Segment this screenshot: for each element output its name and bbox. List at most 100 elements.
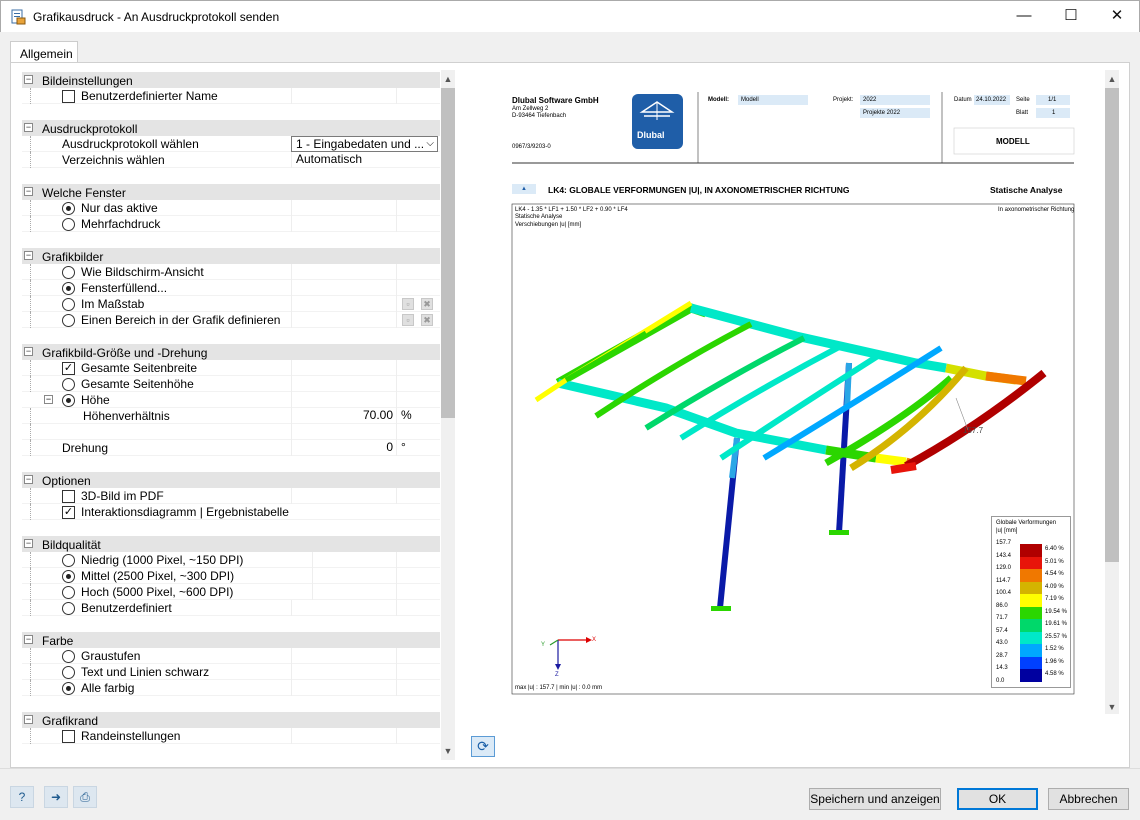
color-legend: Globale Verformungen |u| [mm] 157.7 143.4… [991,516,1071,688]
collapse-icon[interactable]: − [24,123,33,132]
section-header[interactable]: − Farbe [22,632,440,648]
collapse-icon[interactable]: − [24,75,33,84]
delete-icon[interactable]: ✖ [421,314,433,326]
section-header[interactable]: − Grafikbild-Größe und -Drehung [22,344,440,360]
radio-hoehe[interactable] [62,394,75,407]
directory-value[interactable]: Automatisch [291,152,440,168]
radio-bildschirm-ansicht[interactable] [62,266,75,279]
collapse-icon[interactable]: − [24,475,33,484]
ratio-label: Höhenverhältnis [83,409,170,423]
radio-seitenhoehe[interactable] [62,378,75,391]
section-welche-fenster: − Welche Fenster Nur das aktive Mehrfachd… [22,184,440,232]
title-bar: Grafikausdruck - An Ausdruckprotokoll se… [0,0,1140,32]
radio-graustufen[interactable] [62,650,75,663]
legend-swatch [1020,619,1042,632]
section-header[interactable]: − Bildeinstellungen [22,72,440,88]
radio-schwarz[interactable] [62,666,75,679]
tab-allgemein[interactable]: Allgemein [10,41,78,63]
scroll-up-icon[interactable]: ▲ [1105,72,1119,86]
delete-icon[interactable]: ✖ [421,298,433,310]
radio-label: Alle farbig [81,681,135,695]
legend-swatch [1020,569,1042,582]
rotation-input[interactable]: 0 [291,440,397,456]
print-settings-icon: ⎙ [80,790,90,804]
collapse-icon[interactable]: − [44,395,53,404]
tab-strip: Allgemein [0,32,1140,63]
section-header[interactable]: − Grafikbilder [22,248,440,264]
help-button[interactable]: ? [10,786,34,808]
axis-y-label: Y [541,642,546,648]
setting-row: Ausdruckprotokoll wählen 1 - Eingabedate… [22,136,440,152]
scroll-down-icon[interactable]: ▼ [441,744,455,758]
send-button[interactable]: ➜ [44,786,68,808]
pdf-3d-checkbox[interactable] [62,490,75,503]
radio-hoch[interactable] [62,586,75,599]
settings-scroll-thumb[interactable] [441,88,455,418]
legend-value: 28.7 [996,652,1008,659]
legend-percent: 25.57 % [1045,633,1068,640]
legend-value: 71.7 [996,615,1008,621]
legend-value: 43.0 [996,640,1008,646]
radio-label: Graustufen [81,649,141,663]
radio-niedrig[interactable] [62,554,75,567]
radio-label: Text und Linien schwarz [81,665,210,679]
ratio-input[interactable]: 70.00 [291,408,397,424]
section-title: Bildqualität [42,538,101,552]
legend-value: 86.0 [996,602,1008,609]
radio-benutzerdefiniert[interactable] [62,602,75,615]
section-header[interactable]: − Grafikrand [22,712,440,728]
print-settings-button[interactable]: ⎙ [73,786,97,808]
legend-swatch [1020,656,1042,669]
radio-mehrfachdruck[interactable] [62,218,75,231]
radio-alle-farbig[interactable] [62,682,75,695]
collapse-icon[interactable]: − [24,251,33,260]
help-icon: ? [18,790,26,804]
protocol-dropdown-value: 1 - Eingabedaten und ... [296,137,425,151]
page-width-checkbox[interactable]: ✓ [62,362,75,375]
radio-mittel[interactable] [62,570,75,583]
legend-swatch [1020,606,1042,619]
section-grafikbilder: − Grafikbilder Wie Bildschirm-Ansicht Fen… [22,248,440,328]
custom-name-checkbox[interactable] [62,90,75,103]
radio-im-massstab[interactable] [62,298,75,311]
section-header[interactable]: − Welche Fenster [22,184,440,200]
legend-swatch [1020,631,1042,644]
preview-scroll-thumb[interactable] [1105,88,1119,562]
radio-label: Gesamte Seitenhöhe [81,377,194,391]
edit-icon[interactable]: ▫ [402,298,414,310]
legend-swatch [1020,581,1042,594]
radio-bereich-definieren[interactable] [62,314,75,327]
interaction-diagram-checkbox[interactable]: ✓ [62,506,75,519]
collapse-icon[interactable]: − [24,187,33,196]
save-and-show-button[interactable]: Speichern und anzeigen [809,788,941,810]
ok-button[interactable]: OK [957,788,1038,810]
maximize-button[interactable]: ☐ [1048,1,1094,33]
collapse-icon[interactable]: − [24,347,33,356]
axis-x-label: X [592,637,597,643]
radio-label: Höhe [81,393,110,407]
section-header[interactable]: − Ausdruckprotokoll [22,120,440,136]
rotation-unit: ° [396,440,440,456]
radio-label: Im Maßstab [81,297,145,311]
refresh-button[interactable]: ⟳ [471,736,495,757]
close-button[interactable]: ✕ [1094,1,1140,33]
collapse-icon[interactable]: − [24,539,33,548]
section-header[interactable]: − Bildqualität [22,536,440,552]
scroll-up-icon[interactable]: ▲ [441,72,455,86]
cancel-button[interactable]: Abbrechen [1048,788,1129,810]
checkbox-label: Interaktionsdiagramm | Ergebnistabelle [81,505,289,519]
minimize-button[interactable]: — [1001,1,1047,33]
edit-icon[interactable]: ▫ [402,314,414,326]
border-settings-checkbox[interactable] [62,730,75,743]
collapse-icon[interactable]: − [24,715,33,724]
checkbox-label: 3D-Bild im PDF [81,489,164,503]
radio-fensterfuellend[interactable] [62,282,75,295]
scroll-down-icon[interactable]: ▼ [1105,700,1119,714]
section-farbe: − Farbe Graustufen Text und Linien schwar… [22,632,440,696]
section-title: Bildeinstellungen [42,74,133,88]
section-header[interactable]: − Optionen [22,472,440,488]
radio-nur-aktive[interactable] [62,202,75,215]
collapse-icon[interactable]: − [24,635,33,644]
legend-title: Globale Verformungen [996,520,1057,526]
protocol-dropdown[interactable]: 1 - Eingabedaten und ... ⌵ [291,136,438,152]
